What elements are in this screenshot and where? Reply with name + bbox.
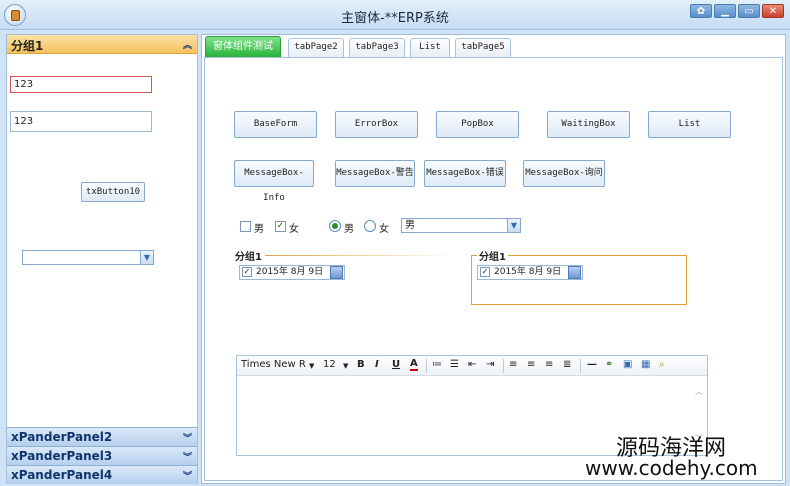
panel-header-xpanderpanel3[interactable]: xPanderPanel3 ︾	[7, 446, 197, 465]
link-icon[interactable]: ⚭	[605, 359, 613, 370]
align-center-icon[interactable]: ≡	[527, 359, 535, 370]
numbered-list-icon[interactable]: ≔	[432, 359, 442, 370]
checkbox-female-label: 女	[289, 224, 299, 235]
chevron-down-icon: ︾	[182, 472, 192, 482]
table-icon[interactable]: ▦	[641, 359, 650, 370]
tab-tabpage3[interactable]: tabPage3	[349, 38, 405, 57]
justify-icon[interactable]: ≣	[563, 359, 571, 370]
checkbox-male[interactable]	[240, 221, 251, 232]
bullet-list-icon[interactable]: ☰	[450, 359, 459, 370]
indent-icon[interactable]: ⇥	[486, 359, 494, 370]
title-bar: 主窗体-**ERP系统 ✿ ▁ ▭ ✕	[0, 0, 790, 30]
scroll-up-icon[interactable]: ︿	[693, 386, 705, 398]
radio-male-label: 男	[344, 224, 354, 235]
font-size-select[interactable]: 12	[323, 359, 336, 370]
text-input-1[interactable]	[10, 76, 152, 93]
popbox-button[interactable]: PopBox	[436, 111, 519, 138]
text-input-2[interactable]	[10, 111, 152, 132]
panel-header-xpanderpanel4[interactable]: xPanderPanel4 ︾	[7, 465, 197, 484]
checkbox-female[interactable]: ✓	[275, 221, 286, 232]
radio-female-label: 女	[379, 224, 389, 235]
window-title: 主窗体-**ERP系统	[341, 11, 449, 26]
align-right-icon[interactable]: ≡	[545, 359, 553, 370]
group2-title: 分组1	[477, 248, 508, 263]
main-area: 窗体组件测试 tabPage2 tabPage3 List tabPage5 B…	[201, 34, 786, 484]
calendar-icon[interactable]	[330, 266, 343, 279]
panel-body-group1: txButton10 ▼	[7, 54, 197, 427]
underline-icon[interactable]: U	[392, 359, 400, 370]
panel-header-label: xPanderPanel4	[11, 468, 113, 482]
group1-datepicker[interactable]: ✓ 2015年 8月 9日	[239, 265, 345, 280]
checkbox-checked-icon[interactable]: ✓	[480, 267, 490, 277]
horizontal-rule-icon[interactable]: —	[587, 359, 597, 370]
checkbox-checked-icon[interactable]: ✓	[242, 267, 252, 277]
messagebox-error-button[interactable]: MessageBox-错误	[424, 160, 506, 187]
txbutton10[interactable]: txButton10	[81, 182, 145, 202]
messagebox-question-button[interactable]: MessageBox-询问	[523, 160, 605, 187]
shirt-icon[interactable]: ✿	[690, 4, 712, 18]
font-color-icon[interactable]: A	[410, 359, 418, 371]
panel-header-group1[interactable]: 分组1 ︽	[7, 35, 197, 54]
messagebox-warning-button[interactable]: MessageBox-警告	[335, 160, 415, 187]
list-button[interactable]: List	[648, 111, 731, 138]
minimize-button[interactable]: ▁	[714, 4, 736, 18]
toolbar-separator	[426, 359, 427, 373]
errorbox-button[interactable]: ErrorBox	[335, 111, 418, 138]
toolbar-separator	[580, 359, 581, 373]
chevron-down-icon: ︾	[182, 434, 192, 444]
tab-tabpage2[interactable]: tabPage2	[288, 38, 344, 57]
gender-combo-value: 男	[405, 220, 415, 231]
left-combo[interactable]: ▼	[22, 250, 154, 265]
calendar-icon[interactable]	[568, 266, 581, 279]
messagebox-info-button[interactable]: MessageBox-Info	[234, 160, 314, 203]
group1-date: 2015年 8月 9日	[256, 267, 324, 277]
panel-header-label: xPanderPanel3	[11, 449, 113, 463]
watermark-url: www.codehy.com	[585, 456, 758, 480]
tab-content: BaseForm ErrorBox PopBox WaitingBox List…	[204, 57, 783, 481]
italic-icon[interactable]: I	[375, 359, 379, 370]
tab-list[interactable]: List	[410, 38, 450, 57]
editor-toolbar: Times New R ▼ 12 ▼ B I U A ≔ ☰ ⇤ ⇥ ≡ ≡ ≡…	[237, 356, 707, 376]
gender-combo[interactable]: 男 ▼	[401, 218, 521, 233]
xpander-list: 分组1 ︽ txButton10 ▼ xPanderPanel2 ︾ xPand…	[6, 34, 198, 484]
tab-tabpage5[interactable]: tabPage5	[455, 38, 511, 57]
bold-icon[interactable]: B	[357, 359, 365, 370]
group2-date: 2015年 8月 9日	[494, 267, 562, 277]
chevron-down-icon: ▼	[140, 251, 153, 264]
toolbar-separator	[503, 359, 504, 373]
chevron-down-icon[interactable]: ▼	[343, 362, 348, 370]
tab-strip: 窗体组件测试 tabPage2 tabPage3 List tabPage5	[202, 35, 785, 57]
group1-divider	[265, 255, 455, 256]
waitingbox-button[interactable]: WaitingBox	[547, 111, 630, 138]
chevron-down-icon: ▼	[507, 219, 520, 232]
radio-female[interactable]	[364, 220, 376, 232]
maximize-button[interactable]: ▭	[738, 4, 760, 18]
tab-form-test[interactable]: 窗体组件测试	[205, 36, 281, 57]
checkbox-male-label: 男	[254, 224, 264, 235]
outdent-icon[interactable]: ⇤	[468, 359, 476, 370]
baseform-button[interactable]: BaseForm	[234, 111, 317, 138]
group1-title: 分组1	[235, 252, 262, 263]
chevron-down-icon[interactable]: ▼	[309, 362, 314, 370]
chevron-down-icon: ︾	[182, 453, 192, 463]
panel-header-label: xPanderPanel2	[11, 430, 113, 444]
radio-male[interactable]	[329, 220, 341, 232]
group2-datepicker[interactable]: ✓ 2015年 8月 9日	[477, 265, 583, 280]
font-family-select[interactable]: Times New R	[241, 359, 306, 370]
image-icon[interactable]: ▣	[623, 359, 632, 370]
chevron-up-icon: ︽	[182, 41, 192, 51]
panel-header-label: 分组1	[11, 39, 44, 53]
align-left-icon[interactable]: ≡	[509, 359, 517, 370]
preview-icon[interactable]: ⌕	[659, 359, 665, 370]
close-button[interactable]: ✕	[762, 4, 784, 18]
panel-header-xpanderpanel2[interactable]: xPanderPanel2 ︾	[7, 427, 197, 446]
